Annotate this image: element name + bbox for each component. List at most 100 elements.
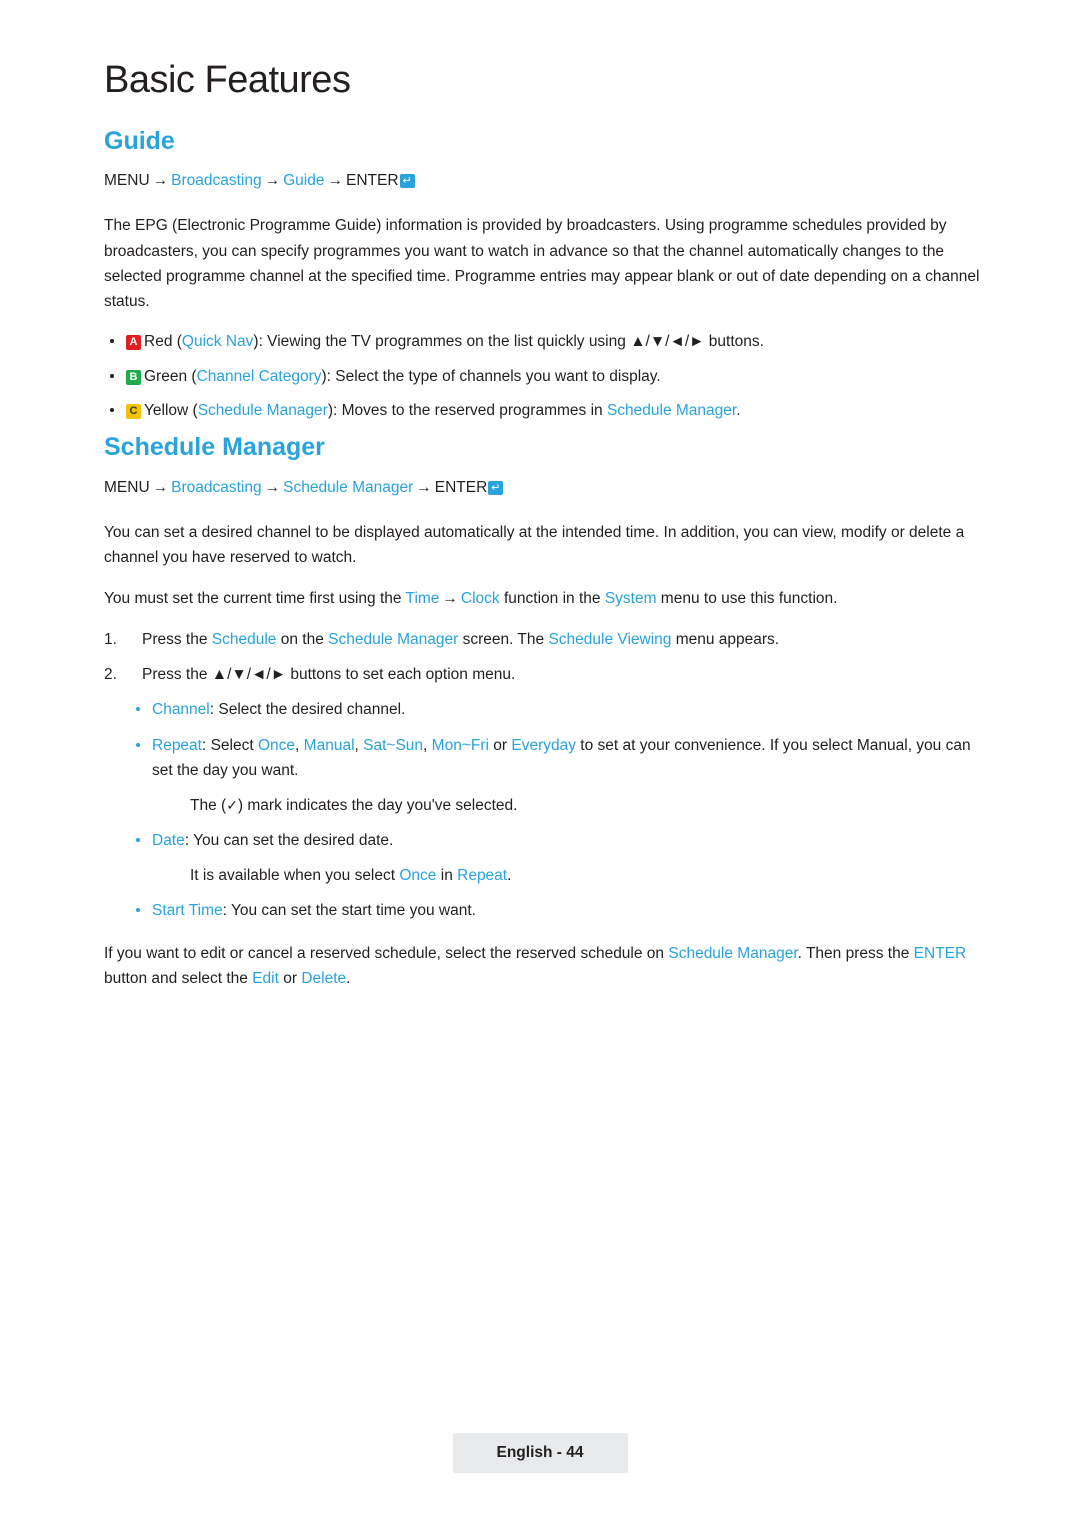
- schedule-option-list-continued: Date: You can set the desired date.: [130, 828, 984, 853]
- list-item: 1. Press the Schedule on the Schedule Man…: [104, 627, 984, 652]
- schedule-option-list-end: Start Time: You can set the start time y…: [130, 898, 984, 923]
- note-text: ) mark indicates the day you've selected…: [237, 796, 518, 814]
- bullet-text: buttons.: [704, 332, 764, 350]
- step-text: buttons to set each option menu.: [286, 666, 516, 684]
- option-label-repeat: Repeat: [152, 736, 202, 754]
- repeat-checkmark-note: The (✓) mark indicates the day you've se…: [190, 793, 984, 818]
- arrow-icon: →: [264, 478, 281, 496]
- option-text: ,: [354, 736, 364, 754]
- option-text: or: [488, 736, 512, 754]
- direction-buttons-icon: ▲/▼/◄/►: [211, 666, 287, 684]
- bullet-text: (: [187, 367, 197, 385]
- arrow-icon: →: [152, 478, 169, 496]
- manual-page: Basic Features Guide MENU → Broadcasting → G…: [0, 0, 1080, 1519]
- schedule-manager-steps: 1. Press the Schedule on the Schedule Man…: [104, 627, 984, 687]
- step-number: 1.: [104, 631, 117, 649]
- note-text: in: [436, 867, 458, 884]
- option-label-channel: Channel: [152, 701, 210, 719]
- closing-text: If you want to edit or cancel a reserved…: [104, 945, 669, 963]
- enter-key-icon: ↵: [488, 480, 504, 495]
- guide-intro-paragraph: The EPG (Electronic Programme Guide) inf…: [104, 217, 980, 310]
- link-once: Once: [399, 867, 437, 884]
- closing-text: .: [346, 970, 351, 988]
- step-text: Press the: [142, 666, 212, 684]
- list-item: Start Time: You can set the start time y…: [130, 898, 984, 923]
- menu-enter-label: ENTER: [434, 478, 488, 496]
- bullet-text: (: [172, 332, 182, 350]
- option-text: : Select the desired channel.: [209, 701, 406, 719]
- bullet-dot-icon: [136, 908, 140, 913]
- link-schedule-viewing: Schedule Viewing: [548, 631, 672, 649]
- option-value-sat-sun: Sat~Sun: [363, 736, 424, 754]
- link-delete: Delete: [301, 970, 347, 988]
- closing-text: or: [278, 970, 302, 988]
- step-text: on the: [276, 631, 329, 649]
- link-time: Time: [405, 590, 440, 608]
- menu-path-guide: MENU → Broadcasting → Guide → ENTER ↵: [104, 171, 984, 191]
- page-content: Basic Features Guide MENU → Broadcasting → G…: [104, 59, 984, 1007]
- date-availability-note: It is available when you select Once in …: [190, 863, 984, 888]
- note-text: menu to use this function.: [656, 590, 838, 608]
- link-schedule: Schedule: [211, 631, 277, 649]
- bullet-text: ): Moves to the reserved programmes in: [327, 402, 607, 420]
- bullet-dot-icon: [110, 373, 114, 378]
- guide-bullet-list: A Red (Quick Nav): Viewing the TV program…: [104, 330, 984, 424]
- note-text: You must set the current time first usin…: [104, 590, 406, 608]
- link-edit: Edit: [252, 970, 279, 988]
- option-value-mon-fri: Mon~Fri: [431, 736, 489, 754]
- schedule-manager-intro-paragraph: You can set a desired channel to be disp…: [104, 523, 965, 567]
- bullet-text: ): Select the type of channels you want …: [321, 367, 661, 385]
- link-enter: ENTER: [913, 945, 967, 963]
- menu-item-guide: Guide: [283, 172, 325, 190]
- menu-enter-label: ENTER: [346, 172, 399, 190]
- option-label-start-time: Start Time: [152, 902, 223, 920]
- list-item: Channel: Select the desired channel.: [130, 697, 984, 722]
- arrow-icon: →: [264, 172, 281, 190]
- link-system: System: [604, 590, 657, 608]
- note-text: function in the: [499, 590, 605, 608]
- bullet-color-word: Green: [144, 367, 188, 385]
- arrow-icon: →: [327, 172, 344, 190]
- schedule-manager-closing-paragraph: If you want to edit or cancel a reserved…: [104, 941, 984, 991]
- page-footer: English - 44: [0, 1433, 1080, 1473]
- closing-text: . Then press the: [797, 945, 914, 963]
- option-value-once: Once: [257, 736, 296, 754]
- list-item: B Green (Channel Category): Select the ty…: [104, 365, 984, 390]
- bullet-feature-schedule-manager: Schedule Manager: [197, 402, 328, 420]
- section-heading-schedule-manager: Schedule Manager: [104, 433, 325, 462]
- bullet-feature-quick-nav: Quick Nav: [181, 332, 254, 350]
- option-text: : You can set the desired date.: [184, 831, 394, 849]
- bullet-dot-icon: [136, 707, 140, 712]
- bullet-link-schedule-manager: Schedule Manager: [606, 402, 737, 420]
- list-item: Repeat: Select Once, Manual, Sat~Sun, Mo…: [130, 733, 984, 783]
- yellow-key-icon: C: [126, 404, 141, 420]
- bullet-color-word: Red: [144, 332, 173, 350]
- option-value-manual: Manual: [303, 736, 355, 754]
- step-text: Press the: [142, 631, 212, 649]
- bullet-dot-icon: [110, 408, 114, 413]
- closing-text: button and select the: [104, 970, 253, 988]
- option-label-date: Date: [152, 831, 185, 849]
- arrow-icon: →: [416, 478, 432, 496]
- page-title: Basic Features: [104, 59, 351, 101]
- list-item: C Yellow (Schedule Manager): Moves to the…: [104, 399, 984, 424]
- note-text: .: [507, 867, 512, 884]
- link-clock: Clock: [460, 590, 500, 608]
- direction-buttons-icon: ▲/▼/◄/►: [630, 332, 705, 350]
- list-item: A Red (Quick Nav): Viewing the TV program…: [104, 330, 984, 355]
- link-schedule-manager: Schedule Manager: [328, 631, 459, 649]
- menu-item-broadcasting: Broadcasting: [171, 478, 262, 496]
- menu-root: MENU: [104, 478, 150, 496]
- menu-root: MENU: [104, 172, 150, 190]
- bullet-dot-icon: [136, 742, 140, 747]
- schedule-manager-time-note: You must set the current time first usin…: [104, 586, 984, 611]
- bullet-feature-channel-category: Channel Category: [196, 367, 322, 385]
- option-text: ,: [423, 736, 432, 754]
- arrow-icon: →: [152, 172, 169, 190]
- menu-item-broadcasting: Broadcasting: [171, 172, 262, 190]
- link-repeat: Repeat: [457, 867, 508, 884]
- bullet-text: .: [736, 402, 741, 420]
- menu-item-schedule-manager: Schedule Manager: [283, 478, 414, 496]
- green-key-icon: B: [126, 369, 141, 385]
- bullet-color-word: Yellow: [144, 402, 189, 420]
